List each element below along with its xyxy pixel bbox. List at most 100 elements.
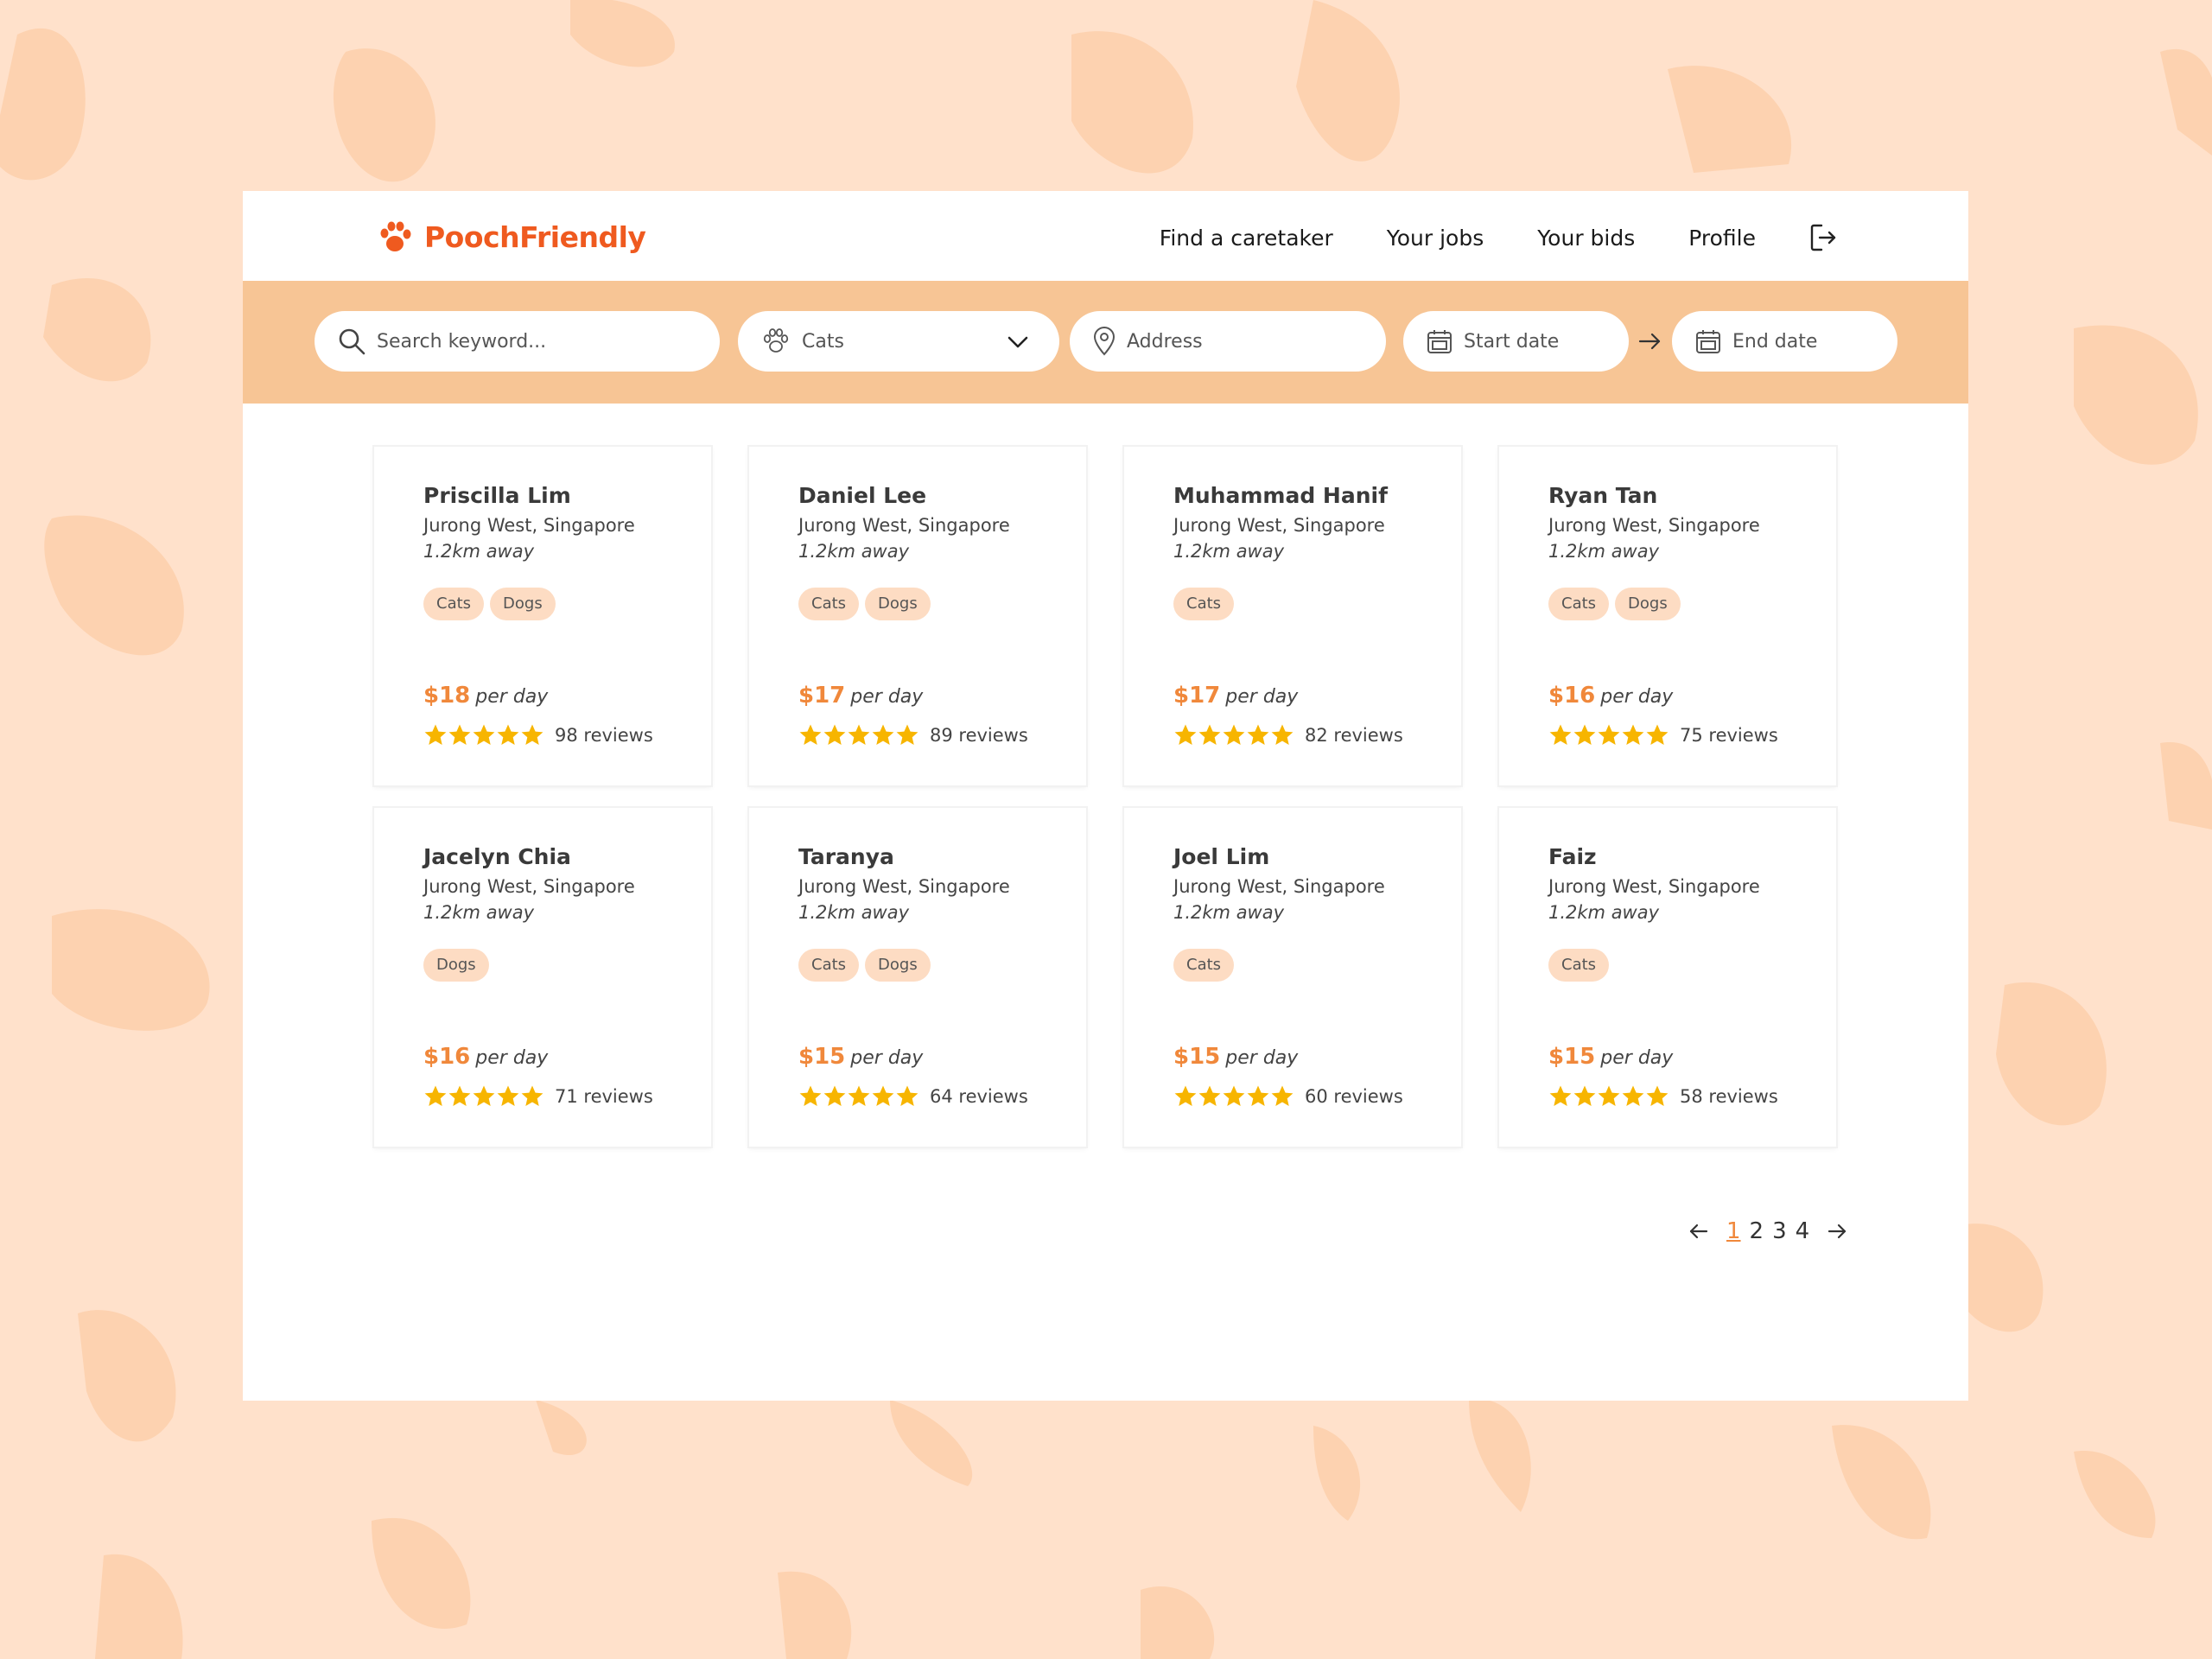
pet-tag: Dogs — [865, 588, 931, 620]
caretaker-card[interactable]: Joel Lim Jurong West, Singapore 1.2km away… — [1124, 808, 1461, 1147]
caretaker-price: $18 per day — [423, 683, 548, 709]
chevron-down-icon — [1007, 336, 1028, 348]
caretaker-distance: 1.2km away — [1173, 902, 1285, 923]
caretaker-distance: 1.2km away — [798, 541, 910, 562]
price-unit: per day — [850, 686, 924, 708]
star-icon — [896, 724, 918, 745]
caretaker-name: Jacelyn Chia — [423, 844, 571, 869]
calendar-icon — [1696, 330, 1720, 353]
caretaker-name: Faiz — [1548, 844, 1597, 869]
caretaker-card[interactable]: Jacelyn Chia Jurong West, Singapore 1.2km … — [374, 808, 711, 1147]
star-icon — [1198, 1085, 1221, 1106]
page-1[interactable]: 1 — [1726, 1218, 1741, 1244]
paw-outline-icon — [763, 328, 789, 353]
price-amount: $17 — [798, 683, 846, 709]
pet-tags: Cats Dogs — [423, 588, 562, 620]
caretaker-rating: 58 reviews — [1548, 1084, 1778, 1109]
caretaker-price: $17 per day — [1173, 683, 1298, 709]
star-icon — [1223, 724, 1245, 745]
caretaker-name: Joel Lim — [1173, 844, 1270, 869]
caretaker-card[interactable]: Priscilla Lim Jurong West, Singapore 1.2km… — [374, 447, 711, 785]
pet-tags: Cats — [1173, 588, 1240, 620]
next-page-icon[interactable] — [1826, 1220, 1848, 1243]
caretaker-location: Jurong West, Singapore — [1548, 876, 1760, 897]
review-count: 58 reviews — [1680, 1086, 1778, 1107]
page-2[interactable]: 2 — [1750, 1218, 1764, 1244]
search-bar: Search keyword... Cats Address Start dat… — [243, 281, 1968, 404]
star-icon — [1174, 724, 1197, 745]
star-icon — [497, 724, 519, 745]
star-icon — [1622, 724, 1644, 745]
pagination: 1 2 3 4 — [1688, 1216, 1848, 1247]
caretaker-distance: 1.2km away — [423, 541, 535, 562]
price-amount: $15 — [798, 1044, 846, 1070]
search-input[interactable]: Search keyword... — [315, 311, 720, 372]
star-icon — [1646, 1085, 1669, 1106]
pet-tag: Dogs — [490, 588, 556, 620]
caretaker-price: $15 per day — [798, 1044, 923, 1070]
star-icon — [1622, 1085, 1644, 1106]
logo-text: PoochFriendly — [424, 219, 646, 254]
caretaker-card[interactable]: Muhammad Hanif Jurong West, Singapore 1.2k… — [1124, 447, 1461, 785]
star-rating — [1173, 723, 1294, 747]
caretaker-distance: 1.2km away — [798, 902, 910, 923]
end-date-placeholder: End date — [1732, 330, 1818, 353]
caretaker-price: $16 per day — [1548, 683, 1673, 709]
star-icon — [1573, 1085, 1596, 1106]
caretaker-name: Daniel Lee — [798, 483, 927, 508]
caretaker-card[interactable]: Daniel Lee Jurong West, Singapore 1.2km aw… — [749, 447, 1086, 785]
star-icon — [823, 724, 846, 745]
star-icon — [1598, 1085, 1620, 1106]
star-rating — [423, 723, 544, 747]
star-icon — [1174, 1085, 1197, 1106]
pet-type-select[interactable]: Cats — [738, 311, 1059, 372]
page-3[interactable]: 3 — [1772, 1218, 1787, 1244]
star-icon — [497, 1085, 519, 1106]
star-icon — [1271, 724, 1294, 745]
pet-tags: Cats Dogs — [798, 588, 937, 620]
star-icon — [1549, 724, 1572, 745]
review-count: 98 reviews — [555, 725, 653, 746]
price-unit: per day — [1225, 686, 1299, 708]
caretaker-card[interactable]: Ryan Tan Jurong West, Singapore 1.2km away… — [1499, 447, 1836, 785]
star-icon — [848, 724, 870, 745]
caretaker-location: Jurong West, Singapore — [798, 876, 1010, 897]
main-nav: Find a caretaker Your jobs Your bids Pro… — [1160, 213, 1839, 262]
logout-icon[interactable] — [1808, 222, 1839, 253]
nav-your-bids[interactable]: Your bids — [1537, 226, 1635, 251]
star-icon — [424, 724, 447, 745]
star-icon — [1247, 1085, 1269, 1106]
review-count: 64 reviews — [930, 1086, 1028, 1107]
start-date-input[interactable]: Start date — [1403, 311, 1629, 372]
pet-tag: Dogs — [1615, 588, 1681, 620]
pet-tags: Cats Dogs — [1548, 588, 1687, 620]
caretaker-price: $17 per day — [798, 683, 923, 709]
page-4[interactable]: 4 — [1796, 1218, 1810, 1244]
nav-profile[interactable]: Profile — [1688, 226, 1756, 251]
caretaker-distance: 1.2km away — [423, 902, 535, 923]
caretaker-rating: 89 reviews — [798, 723, 1028, 747]
price-unit: per day — [475, 686, 549, 708]
star-icon — [1247, 724, 1269, 745]
caretaker-card[interactable]: Taranya Jurong West, Singapore 1.2km away C… — [749, 808, 1086, 1147]
price-unit: per day — [475, 1047, 549, 1069]
pet-tag: Cats — [1173, 949, 1235, 982]
address-input[interactable]: Address — [1070, 311, 1386, 372]
calendar-icon — [1427, 330, 1452, 353]
caretaker-card[interactable]: Faiz Jurong West, Singapore 1.2km away Cats… — [1499, 808, 1836, 1147]
star-icon — [521, 724, 543, 745]
star-icon — [1598, 724, 1620, 745]
nav-find-caretaker[interactable]: Find a caretaker — [1160, 226, 1333, 251]
prev-page-icon[interactable] — [1688, 1220, 1710, 1243]
end-date-input[interactable]: End date — [1672, 311, 1897, 372]
caretaker-distance: 1.2km away — [1548, 541, 1660, 562]
nav-your-jobs[interactable]: Your jobs — [1387, 226, 1484, 251]
star-icon — [424, 1085, 447, 1106]
pet-tag: Cats — [423, 588, 485, 620]
logo[interactable]: PoochFriendly — [376, 215, 646, 258]
price-amount: $15 — [1173, 1044, 1221, 1070]
price-amount: $15 — [1548, 1044, 1596, 1070]
pet-tag: Cats — [1548, 949, 1610, 982]
star-icon — [473, 1085, 495, 1106]
star-icon — [473, 724, 495, 745]
